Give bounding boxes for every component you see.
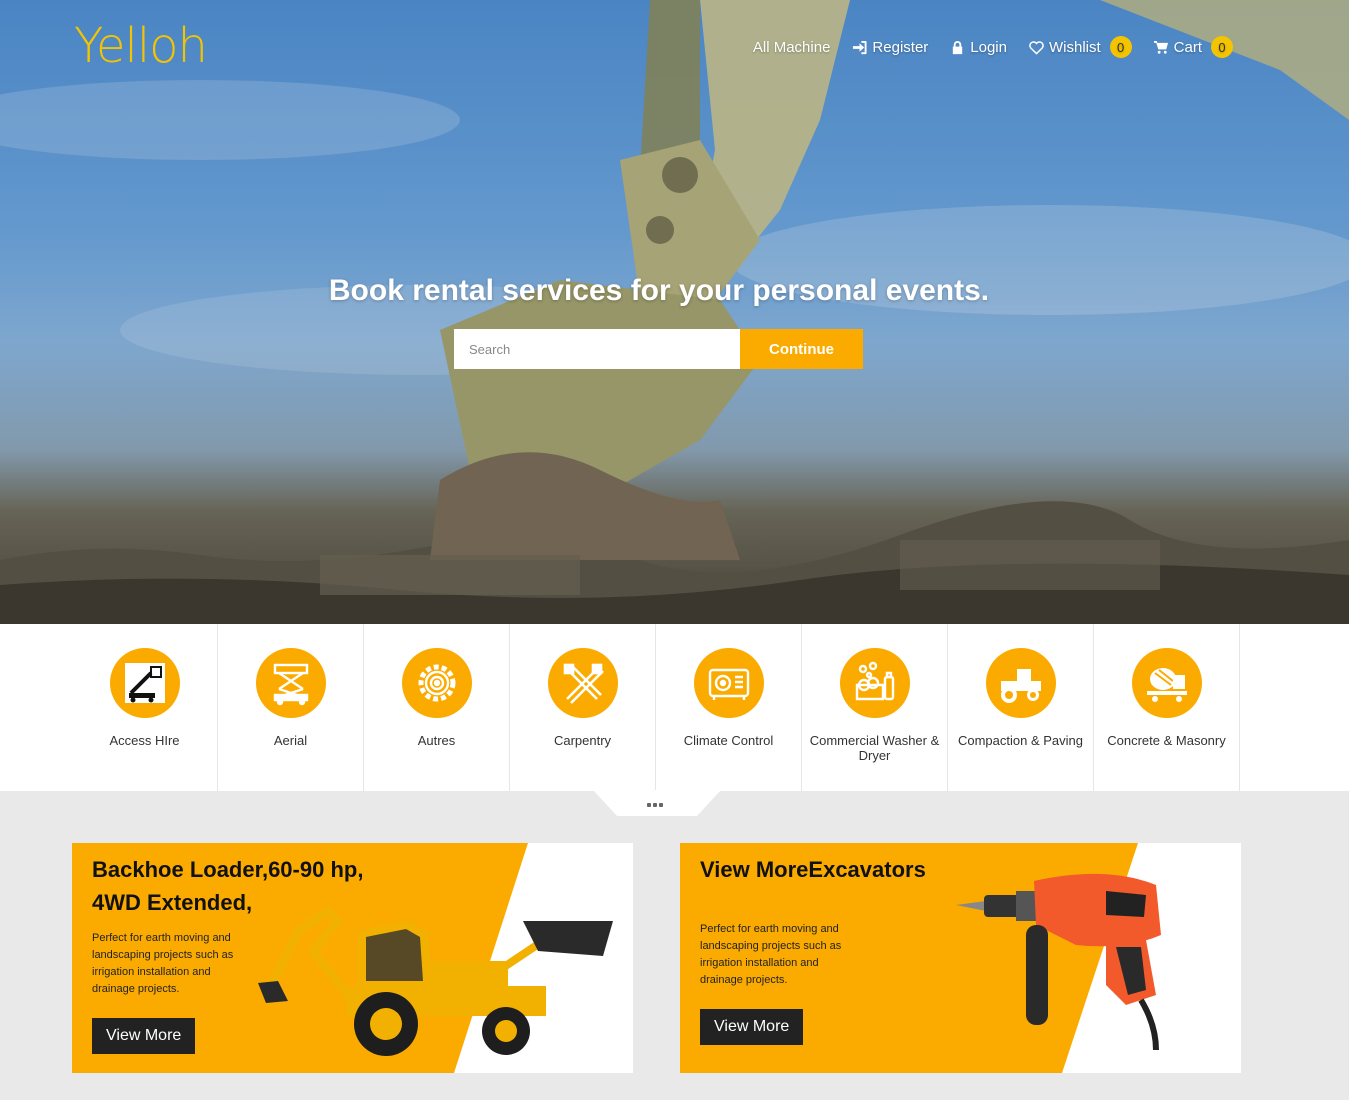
- category-strip: Access HIre Aerial Autres Carpentry Clim…: [0, 624, 1349, 791]
- promo-description: Perfect for earth moving and landscaping…: [92, 932, 234, 995]
- promo-description: Perfect for earth moving and landscaping…: [700, 923, 842, 986]
- category-label: Concrete & Masonry: [1107, 733, 1226, 748]
- category-label: Aerial: [273, 733, 308, 748]
- washer-icon: [855, 661, 894, 701]
- category-label: Commercial Washer & Dryer: [809, 733, 940, 763]
- hero-search-form: Continue: [454, 329, 863, 369]
- category-autres[interactable]: Autres: [364, 624, 510, 791]
- top-nav: All Machine Register Login Wishlist 0 Ca…: [753, 36, 1233, 58]
- continue-button[interactable]: Continue: [740, 329, 863, 369]
- sign-in-icon: [853, 40, 867, 54]
- heart-icon: [1029, 40, 1044, 55]
- nav-register[interactable]: Register: [852, 39, 928, 56]
- backhoe-loader-image: [258, 906, 613, 1056]
- lock-icon: [953, 40, 963, 54]
- more-dots-icon[interactable]: [647, 803, 663, 807]
- nav-register-label: Register: [872, 38, 929, 56]
- cart-count-badge: 0: [1211, 36, 1233, 58]
- access-hire-icon: [124, 663, 165, 703]
- promo-card-excavators: View MoreExcavators Perfect for earth mo…: [680, 843, 1241, 1073]
- category-label: Compaction & Paving: [957, 733, 1083, 748]
- wishlist-count-badge: 0: [1109, 36, 1132, 58]
- category-label: Access HIre: [109, 733, 180, 748]
- category-compaction-paving[interactable]: Compaction & Paving: [948, 624, 1094, 791]
- nav-login[interactable]: Login: [950, 39, 1007, 56]
- category-carpentry[interactable]: Carpentry: [510, 624, 656, 791]
- category-label: Autres: [417, 733, 456, 748]
- category-climate-control[interactable]: Climate Control: [656, 624, 802, 791]
- air-conditioner-icon: [708, 668, 749, 700]
- brand-logo[interactable]: Yelloh: [74, 18, 208, 74]
- hero-banner: Yelloh All Machine Register Login Wishli…: [0, 0, 1349, 624]
- view-more-button[interactable]: View More: [92, 1018, 196, 1054]
- concrete-mixer-icon: [1146, 668, 1187, 702]
- view-more-button[interactable]: View More: [700, 1009, 804, 1045]
- nav-wishlist-label: Wishlist: [1048, 38, 1101, 56]
- hero-title: Book rental services for your personal e…: [328, 274, 990, 307]
- category-label: Climate Control: [683, 733, 774, 748]
- promo-card-backhoe: Backhoe Loader,60-90 hp, 4WD Extended, P…: [72, 843, 633, 1073]
- category-label: Carpentry: [553, 733, 612, 748]
- promo-title: View MoreExcavators: [700, 857, 926, 882]
- category-concrete-masonry[interactable]: Concrete & Masonry: [1094, 624, 1240, 791]
- nav-all-machine[interactable]: All Machine: [753, 39, 831, 56]
- nav-cart-label: Cart: [1173, 38, 1202, 56]
- category-commercial-washer-dryer[interactable]: Commercial Washer & Dryer: [802, 624, 948, 791]
- road-roller-icon: [1000, 669, 1041, 703]
- aerial-lift-icon: [273, 663, 308, 706]
- nav-cart[interactable]: Cart 0: [1153, 36, 1233, 58]
- nav-all-machine-label: All Machine: [752, 38, 831, 56]
- nav-login-label: Login: [970, 38, 1007, 56]
- search-input[interactable]: [454, 329, 740, 369]
- carpentry-tools-icon: [563, 663, 604, 704]
- gear-icon: [418, 664, 455, 702]
- category-aerial[interactable]: Aerial: [218, 624, 364, 791]
- category-access-hire[interactable]: Access HIre: [72, 624, 218, 791]
- nav-wishlist[interactable]: Wishlist 0: [1029, 36, 1132, 58]
- cart-icon: [1153, 40, 1168, 54]
- power-drill-image: [956, 873, 1161, 1051]
- hero-overlay: [0, 0, 1349, 624]
